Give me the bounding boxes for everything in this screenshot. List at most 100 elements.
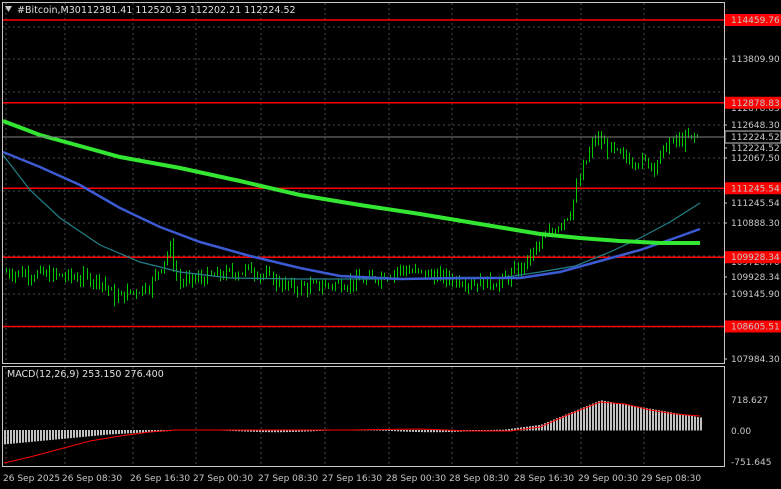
time-label: 26 Sep 16:30 xyxy=(130,474,190,484)
macd-histogram-bar xyxy=(700,417,702,431)
level-price-text: 111245.54 xyxy=(731,184,780,194)
macd-histogram-bar xyxy=(13,430,15,444)
grid xyxy=(3,3,724,466)
level-price-text: 109928.34 xyxy=(731,253,780,263)
macd-histogram-bar xyxy=(73,430,75,438)
macd-histogram-bar xyxy=(697,416,699,431)
macd-histogram-bar xyxy=(610,401,612,431)
macd-histogram-bar xyxy=(613,402,615,431)
current-price-text: 112224.52 xyxy=(731,133,780,143)
macd-histogram-bar xyxy=(43,430,45,441)
macd-histogram-bar xyxy=(619,403,621,431)
macd-histogram-bar xyxy=(97,430,99,436)
macd-histogram-bar xyxy=(607,401,609,431)
symbol-label: #Bitcoin,M30 xyxy=(17,5,81,16)
macd-histogram-bar xyxy=(565,414,567,431)
macd-histogram-bar xyxy=(622,404,624,431)
macd-histogram-bar xyxy=(574,410,576,431)
macd-histogram-bar xyxy=(34,430,36,442)
macd-histogram-bar xyxy=(688,415,690,431)
level-price-text: 108605.51 xyxy=(731,322,780,332)
macd-histogram-bar xyxy=(418,430,420,433)
macd-histogram-bar xyxy=(538,425,540,431)
macd-histogram-bar xyxy=(55,430,57,440)
macd-histogram-bar xyxy=(388,430,390,431)
macd-axis-label: 0.00 xyxy=(731,427,751,437)
macd-histogram-bar xyxy=(64,430,66,439)
macd-histogram-bar xyxy=(628,405,630,431)
macd-histogram-bar xyxy=(631,405,633,431)
macd-histogram-bar xyxy=(616,402,618,431)
level-price-text: 114459.76 xyxy=(731,16,780,26)
macd-histogram-bar xyxy=(76,430,78,438)
macd-histogram-bar xyxy=(4,430,6,445)
time-label: 27 Sep 08:30 xyxy=(258,474,318,484)
macd-histogram-bar xyxy=(661,410,663,431)
macd-histogram-bar xyxy=(28,430,30,443)
macd-histogram-bar xyxy=(625,404,627,431)
macd-histogram-bar xyxy=(124,430,126,434)
macd-histogram-bar xyxy=(589,404,591,431)
macd-histogram-bar xyxy=(61,430,63,439)
price-label: 109928.34 xyxy=(731,273,780,283)
macd-histogram-bar xyxy=(94,430,96,436)
level-price-text: 112878.83 xyxy=(731,99,780,109)
macd-histogram-bar xyxy=(82,430,84,437)
time-axis[interactable]: 26 Sep 2025 26 Sep 08:30 26 Sep 16:30 27 Se… xyxy=(3,474,701,484)
time-label: 28 Sep 00:30 xyxy=(386,474,446,484)
trading-chart-window[interactable]: 718.6270.00-751.645 114459.76113809.9011… xyxy=(0,0,781,489)
price-axis[interactable]: 114459.76 113809.90 112878.83 112648.30 1122… xyxy=(3,14,781,365)
time-label: 27 Sep 00:30 xyxy=(193,474,253,484)
macd-histogram-bar xyxy=(655,409,657,431)
macd-histogram-bar xyxy=(667,411,669,431)
macd-histogram-bar xyxy=(673,412,675,431)
price-label: 110888.30 xyxy=(731,219,780,229)
time-label: 28 Sep 08:30 xyxy=(449,474,509,484)
macd-histogram-bar xyxy=(664,411,666,431)
macd-label: MACD(12,26,9) 253.150 276.400 xyxy=(7,369,164,380)
macd-histogram-bar xyxy=(385,430,387,431)
macd-histogram-bar xyxy=(391,430,393,432)
time-label: 27 Sep 16:30 xyxy=(322,474,382,484)
macd-histogram-bar xyxy=(421,430,423,433)
macd-histogram-bar xyxy=(46,430,48,441)
macd-histogram-bar xyxy=(658,410,660,431)
macd-histogram-bar xyxy=(127,430,129,434)
price-chart[interactable]: 718.6270.00-751.645 114459.76113809.9011… xyxy=(0,0,781,489)
macd-histogram-bar xyxy=(592,403,594,431)
macd-indicator: 718.627 0.00 -751.645 xyxy=(3,396,771,468)
moving-average-mid xyxy=(2,150,701,281)
macd-histogram-bar xyxy=(22,430,24,443)
macd-histogram-bar xyxy=(637,406,639,431)
macd-histogram-bar xyxy=(112,430,114,435)
macd-histogram-bar xyxy=(577,409,579,431)
macd-histogram-bar xyxy=(409,430,411,432)
moving-average-fast xyxy=(2,154,701,280)
macd-histogram-bar xyxy=(16,430,18,444)
macd-histogram-bar xyxy=(643,407,645,431)
macd-histogram-bar xyxy=(91,430,93,437)
macd-histogram-bar xyxy=(694,416,696,431)
macd-histogram-bar xyxy=(394,430,396,432)
macd-histogram-bar xyxy=(670,412,672,431)
macd-histogram-bar xyxy=(487,430,489,431)
macd-histogram-bar xyxy=(568,413,570,431)
price-label: 112067.50 xyxy=(731,154,780,164)
time-label: 29 Sep 08:30 xyxy=(641,474,701,484)
price-label: 112648.30 xyxy=(731,121,780,131)
macd-histogram-bar xyxy=(493,429,495,431)
macd-histogram-bar xyxy=(601,400,603,431)
macd-histogram-bar xyxy=(142,430,144,433)
price-label: 107984.30 xyxy=(731,355,780,365)
macd-histogram-bar xyxy=(433,430,435,433)
macd-histogram-bar xyxy=(19,430,21,443)
macd-histogram-bar xyxy=(586,405,588,431)
macd-histogram-bar xyxy=(25,430,27,443)
macd-histogram-bar xyxy=(508,428,510,431)
main-chart-frame xyxy=(2,2,725,364)
price-label: 109145.90 xyxy=(731,290,780,300)
macd-histogram-bar xyxy=(682,414,684,431)
macd-histogram-bar xyxy=(109,430,111,435)
macd-histogram-bar xyxy=(106,430,108,435)
macd-histogram-bar xyxy=(583,407,585,431)
